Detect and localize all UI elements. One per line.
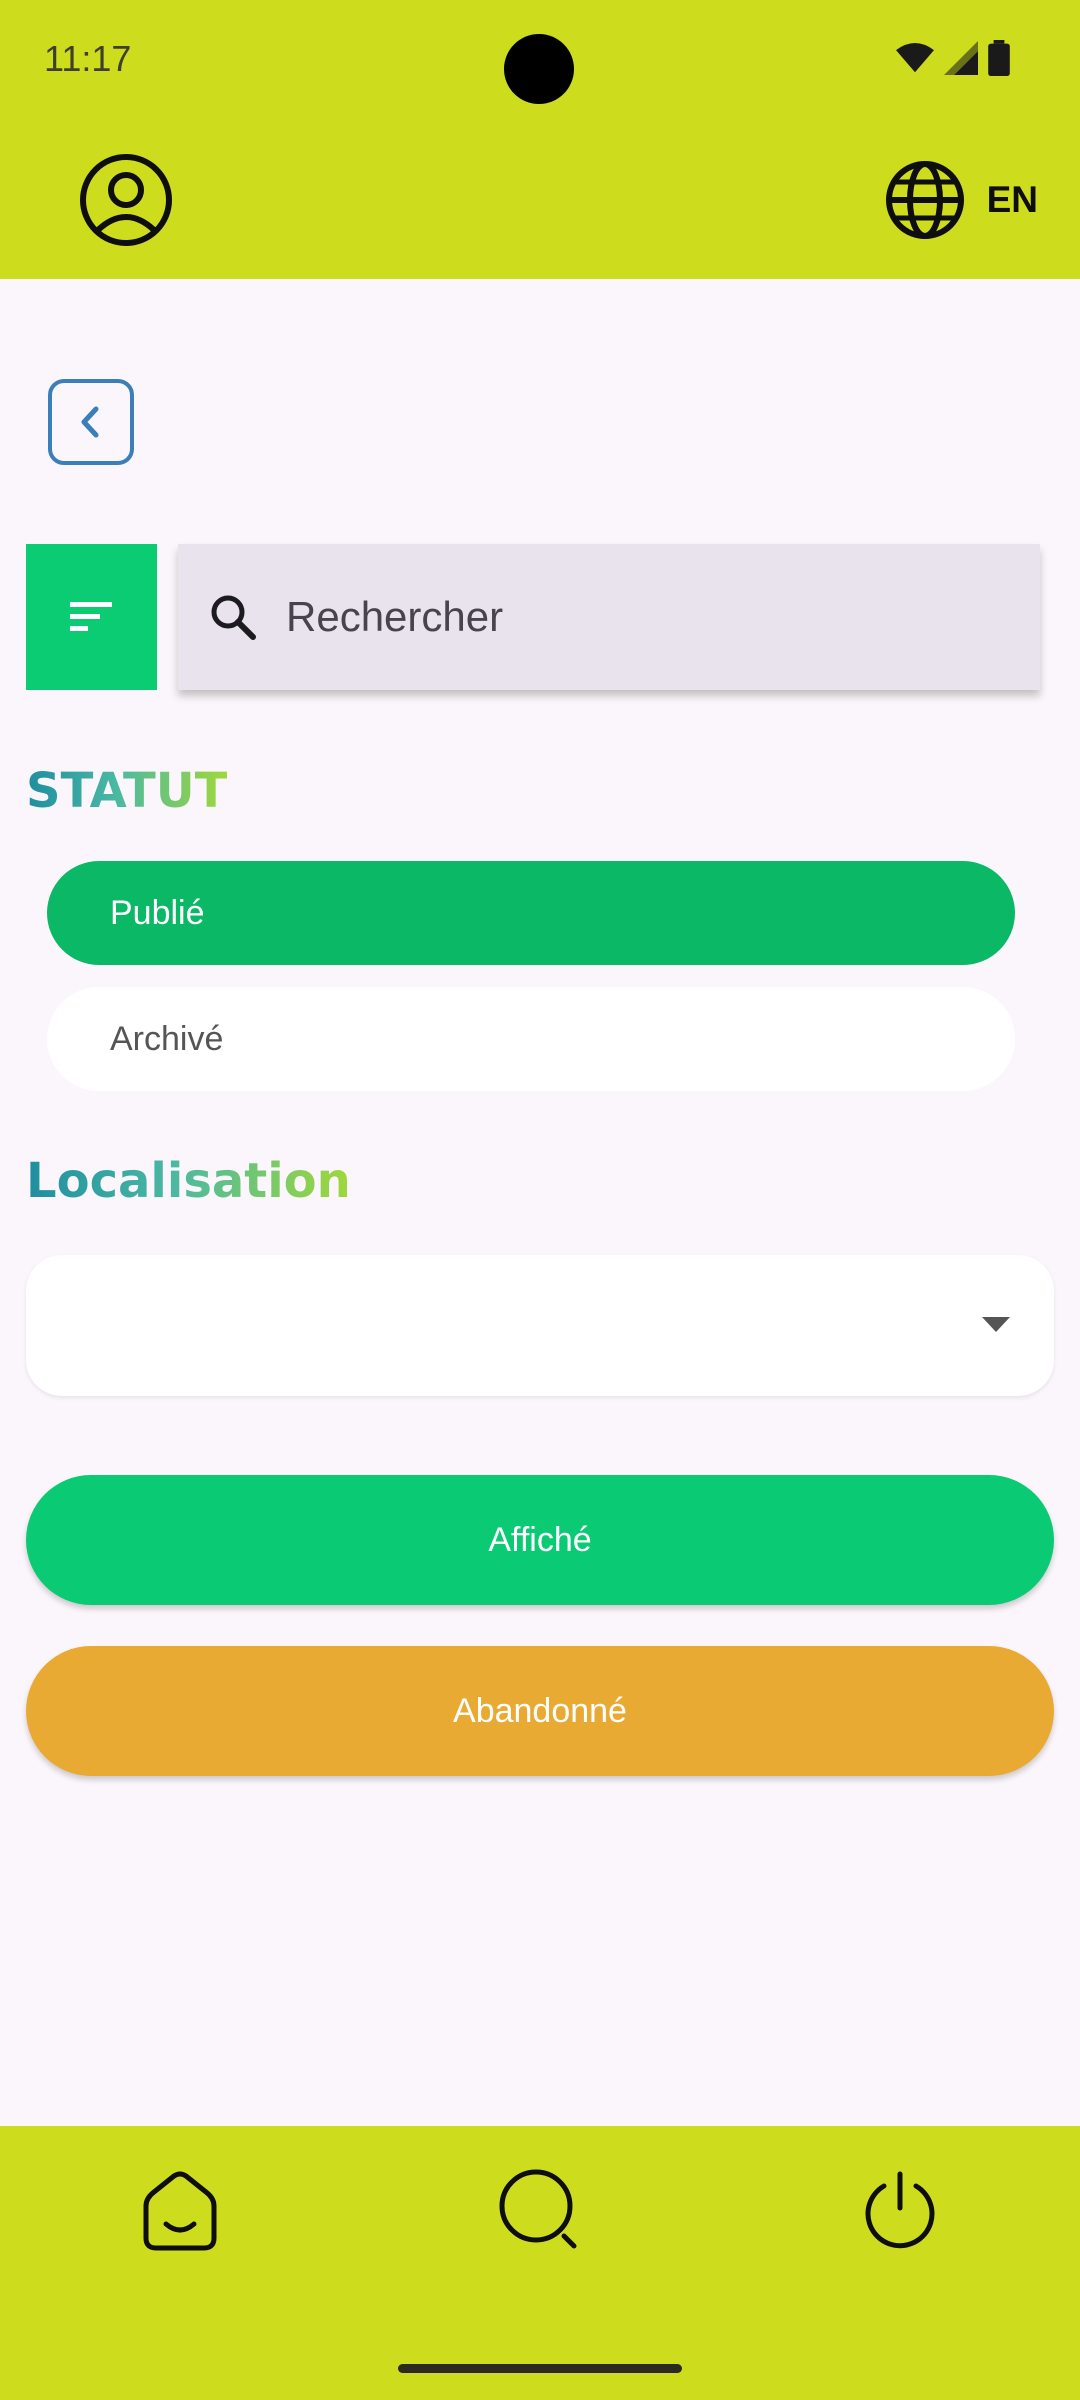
location-dropdown[interactable] xyxy=(26,1255,1054,1396)
language-code: EN xyxy=(986,179,1038,220)
wifi-icon xyxy=(896,42,934,73)
abandon-button[interactable]: Abandonné xyxy=(26,1646,1054,1776)
home-icon xyxy=(143,2171,217,2251)
sort-icon xyxy=(69,602,112,631)
search-input[interactable] xyxy=(284,592,1028,642)
show-button[interactable]: Affiché xyxy=(26,1475,1054,1605)
nav-search[interactable] xyxy=(490,2160,590,2260)
filter-button[interactable] xyxy=(26,544,157,690)
status-section-title: STATUT xyxy=(26,763,228,819)
profile-button[interactable] xyxy=(78,152,174,248)
status-option-publie[interactable]: Publié xyxy=(47,861,1015,965)
chevron-left-icon xyxy=(81,406,99,438)
home-indicator[interactable] xyxy=(398,2364,682,2373)
account-circle-icon xyxy=(80,154,172,246)
language-switcher[interactable]: EN xyxy=(885,160,1038,240)
signal-icon xyxy=(944,41,978,75)
camera-cutout xyxy=(504,34,574,104)
nav-logout[interactable] xyxy=(850,2160,950,2260)
status-option-label: Publié xyxy=(110,893,205,932)
status-time: 11:17 xyxy=(44,38,132,79)
search-icon xyxy=(499,2169,577,2249)
back-button[interactable] xyxy=(48,379,134,465)
status-icons xyxy=(896,40,1010,76)
status-option-archive[interactable]: Archivé xyxy=(47,987,1015,1091)
search-icon xyxy=(211,595,256,640)
globe-icon xyxy=(885,161,964,239)
battery-icon xyxy=(988,40,1010,76)
arrow-drop-down-icon xyxy=(982,1317,1010,1332)
top-app-bar: 11:17 EN xyxy=(0,0,1080,279)
status-option-label: Archivé xyxy=(110,1019,224,1058)
location-section-title: Localisation xyxy=(26,1153,351,1209)
power-icon xyxy=(865,2171,935,2249)
nav-home[interactable] xyxy=(130,2160,230,2260)
search-bar[interactable] xyxy=(178,544,1040,690)
